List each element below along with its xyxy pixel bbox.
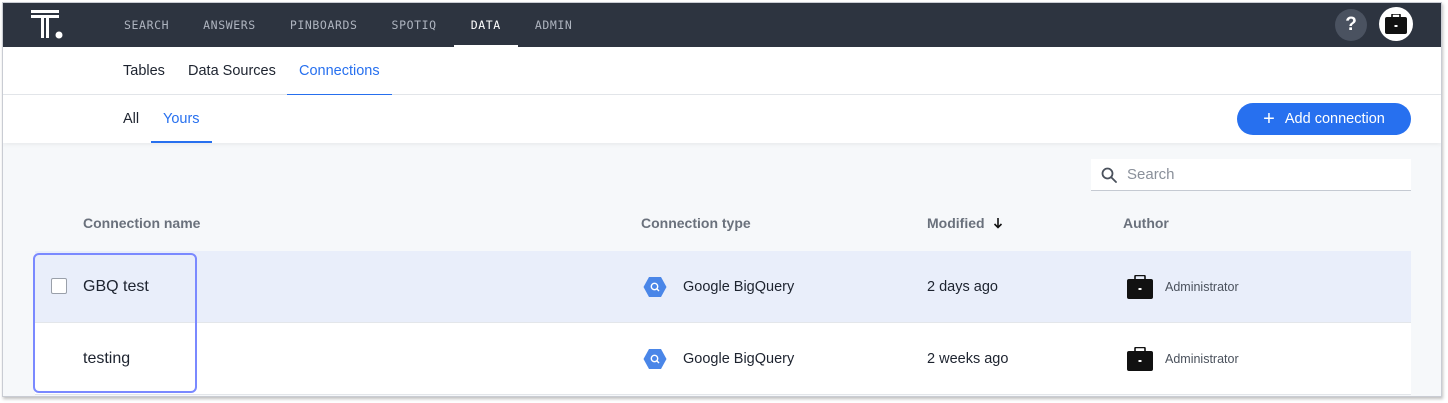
filter-tab-all[interactable]: All: [111, 95, 151, 143]
connection-type-cell: Google BigQuery: [643, 323, 794, 395]
nav-data[interactable]: DATA: [453, 3, 518, 47]
filter-bar: All Yours + Add connection: [3, 95, 1441, 143]
column-header-type-label: Connection type: [641, 215, 751, 231]
top-nav: SEARCH ANSWERS PINBOARDS SPOTIQ DATA ADM…: [3, 3, 1441, 47]
modified-cell: 2 days ago: [927, 279, 998, 295]
connection-type-cell: Google BigQuery: [643, 251, 794, 323]
nav-pinboards[interactable]: PINBOARDS: [273, 3, 375, 47]
column-header-name[interactable]: Connection name: [83, 215, 200, 231]
row-checkbox[interactable]: [51, 278, 67, 294]
briefcase-icon: [1127, 275, 1153, 299]
table-row[interactable]: testing Google BigQuery 2 weeks ago Admi…: [35, 323, 1411, 395]
add-connection-label: Add connection: [1284, 111, 1385, 127]
column-header-modified[interactable]: Modified: [927, 215, 1003, 231]
column-header-type[interactable]: Connection type: [641, 215, 751, 231]
briefcase-icon: [1127, 347, 1153, 371]
thoughtspot-logo-icon[interactable]: [31, 10, 65, 40]
search-box: [1091, 159, 1411, 191]
column-header-author[interactable]: Author: [1123, 215, 1169, 231]
briefcase-icon: [1385, 14, 1407, 34]
tab-tables[interactable]: Tables: [111, 47, 177, 95]
connection-type-label: Google BigQuery: [683, 351, 795, 367]
bigquery-hexagon-icon: [643, 349, 667, 369]
column-header-modified-label: Modified: [927, 215, 985, 231]
help-button[interactable]: ?: [1335, 9, 1367, 41]
nav-spotiq[interactable]: SPOTIQ: [375, 3, 454, 47]
nav-items: SEARCH ANSWERS PINBOARDS SPOTIQ DATA ADM…: [107, 3, 589, 47]
search-input[interactable]: [1127, 166, 1397, 183]
search-icon: [1101, 167, 1117, 183]
table-row[interactable]: GBQ test Google BigQuery 2 days ago Admi…: [35, 251, 1411, 323]
sub-nav: Tables Data Sources Connections: [3, 47, 1441, 96]
bigquery-hexagon-icon: [643, 277, 667, 297]
column-header-name-label: Connection name: [83, 215, 201, 231]
nav-answers[interactable]: ANSWERS: [186, 3, 273, 47]
plus-icon: +: [1263, 108, 1275, 130]
tab-data-sources[interactable]: Data Sources: [176, 47, 288, 95]
filter-tab-yours[interactable]: Yours: [151, 95, 212, 143]
arrow-down-icon: [993, 218, 1002, 229]
connection-name[interactable]: GBQ test: [83, 251, 149, 323]
author-cell: Administrator: [1127, 251, 1239, 323]
profile-button[interactable]: [1379, 7, 1413, 41]
connection-type-label: Google BigQuery: [683, 279, 795, 295]
add-connection-button[interactable]: + Add connection: [1237, 103, 1411, 135]
tab-connections[interactable]: Connections: [287, 47, 392, 96]
nav-admin[interactable]: ADMIN: [518, 3, 590, 47]
nav-search[interactable]: SEARCH: [107, 3, 186, 47]
modified-cell: 2 weeks ago: [927, 351, 1009, 367]
author-label: Administrator: [1165, 280, 1239, 294]
column-header-author-label: Author: [1123, 215, 1169, 231]
author-label: Administrator: [1165, 352, 1239, 366]
author-cell: Administrator: [1127, 323, 1239, 395]
app-window: SEARCH ANSWERS PINBOARDS SPOTIQ DATA ADM…: [2, 2, 1442, 397]
connection-name[interactable]: testing: [83, 323, 130, 395]
